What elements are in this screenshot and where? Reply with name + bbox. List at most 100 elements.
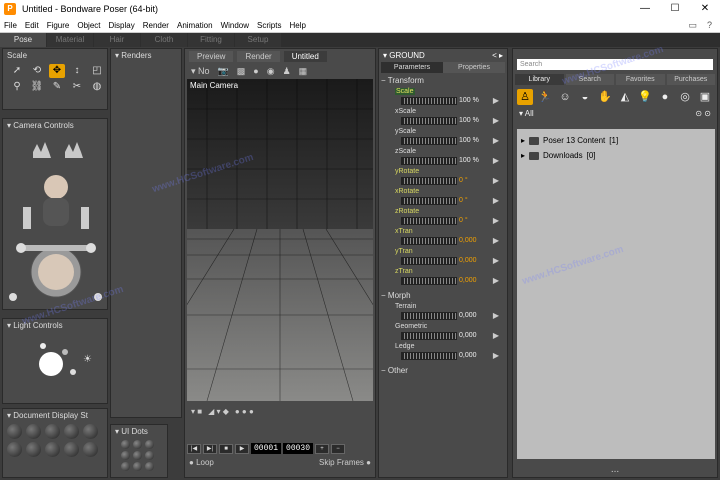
parameter-menu-arrow-icon[interactable]: ▶ bbox=[493, 196, 499, 205]
display-style-ball[interactable] bbox=[45, 442, 60, 457]
tab-untitled[interactable]: Untitled bbox=[283, 51, 327, 62]
play-button[interactable]: ▶ bbox=[235, 443, 249, 454]
parameter-menu-arrow-icon[interactable]: ▶ bbox=[493, 236, 499, 245]
twist-icon[interactable]: ⚲ bbox=[9, 80, 25, 94]
chain-break-icon[interactable]: ⛓ bbox=[29, 80, 45, 94]
parameter-menu-arrow-icon[interactable]: ▶ bbox=[493, 351, 499, 360]
cameras-category-icon[interactable]: ● bbox=[657, 89, 673, 105]
parameter-menu-arrow-icon[interactable]: ▶ bbox=[493, 156, 499, 165]
parameter-dial[interactable] bbox=[401, 177, 457, 185]
ui-dot[interactable] bbox=[121, 462, 130, 471]
camera-controls-widget[interactable] bbox=[3, 132, 107, 308]
library-options-icon[interactable]: ⊙ ⊙ bbox=[695, 109, 711, 118]
rotate-icon[interactable]: ⟲ bbox=[29, 64, 45, 78]
display-style-ball[interactable] bbox=[64, 424, 79, 439]
parameter-menu-arrow-icon[interactable]: ▶ bbox=[493, 136, 499, 145]
parameter-group-header[interactable]: − Other bbox=[379, 363, 507, 378]
stop-button[interactable]: ■ bbox=[219, 443, 233, 454]
ui-dot[interactable] bbox=[121, 440, 130, 449]
hands-category-icon[interactable]: ✋ bbox=[597, 89, 613, 105]
ui-dot[interactable] bbox=[133, 462, 142, 471]
add-keyframe-button[interactable]: + bbox=[315, 443, 330, 454]
help-icon[interactable]: ? bbox=[707, 20, 712, 31]
parameter-dial[interactable] bbox=[401, 157, 457, 165]
display-style-ball[interactable] bbox=[26, 424, 41, 439]
ui-dot[interactable] bbox=[121, 451, 130, 460]
maximize-button[interactable]: ☐ bbox=[660, 0, 690, 18]
parameter-group-header[interactable]: − Transform bbox=[379, 73, 507, 88]
poses-category-icon[interactable]: 🏃 bbox=[537, 89, 553, 105]
texture-icon[interactable]: ◉ bbox=[267, 66, 275, 77]
parameter-row[interactable]: zRotate 0 ° ▶ bbox=[379, 208, 507, 228]
parameter-value[interactable]: 0,000 bbox=[459, 332, 477, 339]
parameter-dial[interactable] bbox=[401, 332, 457, 340]
tab-search[interactable]: Search bbox=[565, 74, 614, 85]
skip-frames-toggle[interactable]: Skip Frames ● bbox=[319, 458, 371, 467]
scale-icon[interactable]: ✥ bbox=[49, 64, 65, 78]
parameter-value[interactable]: 100 % bbox=[459, 137, 479, 144]
parameter-value[interactable]: 0,000 bbox=[459, 352, 477, 359]
wire-icon[interactable]: ▩ bbox=[237, 66, 246, 77]
minimize-button[interactable]: — bbox=[630, 0, 660, 18]
figure-icon[interactable]: ♟ bbox=[283, 66, 291, 77]
parameter-row[interactable]: yTran 0,000 ▶ bbox=[379, 248, 507, 268]
tab-favorites[interactable]: Favorites bbox=[616, 74, 665, 85]
last-frame-button[interactable]: ▶| bbox=[203, 443, 217, 454]
display-style-icon[interactable]: ◢ ▾ ◆ bbox=[208, 407, 229, 416]
parameter-value[interactable]: 0,000 bbox=[459, 277, 477, 284]
display-style-ball[interactable] bbox=[45, 424, 60, 439]
parameter-menu-arrow-icon[interactable]: ▶ bbox=[493, 176, 499, 185]
scenes-category-icon[interactable]: ▣ bbox=[697, 89, 713, 105]
light-controls-widget[interactable]: ☀ bbox=[3, 332, 107, 392]
3d-viewport[interactable]: Main Camera bbox=[187, 79, 373, 401]
translate-icon[interactable]: ↕ bbox=[69, 64, 85, 78]
parameter-value[interactable]: 0,000 bbox=[459, 237, 477, 244]
close-button[interactable]: ✕ bbox=[690, 0, 720, 18]
grouping-icon[interactable]: ✂ bbox=[69, 80, 85, 94]
menu-edit[interactable]: Edit bbox=[21, 21, 43, 30]
camera-icon[interactable]: 📷 bbox=[218, 66, 229, 77]
parameter-row[interactable]: xScale 100 % ▶ bbox=[379, 108, 507, 128]
ui-dot[interactable] bbox=[133, 451, 142, 460]
first-frame-button[interactable]: |◀ bbox=[187, 443, 201, 454]
menu-object[interactable]: Object bbox=[73, 21, 104, 30]
tab-cloth[interactable]: Cloth bbox=[141, 33, 187, 47]
remove-keyframe-button[interactable]: − bbox=[331, 443, 346, 454]
menu-window[interactable]: Window bbox=[217, 21, 253, 30]
parameter-group-header[interactable]: − Morph bbox=[379, 288, 507, 303]
parameter-row[interactable]: yScale 100 % ▶ bbox=[379, 128, 507, 148]
parameter-value[interactable]: 0 ° bbox=[459, 177, 468, 184]
parameter-row[interactable]: xRotate 0 ° ▶ bbox=[379, 188, 507, 208]
tab-render[interactable]: Render bbox=[237, 51, 280, 62]
menu-scripts[interactable]: Scripts bbox=[253, 21, 285, 30]
parameter-row[interactable]: xTran 0,000 ▶ bbox=[379, 228, 507, 248]
tab-library[interactable]: Library bbox=[515, 74, 564, 85]
total-frames-field[interactable]: 00030 bbox=[283, 443, 314, 454]
library-filter-select[interactable]: ▾ All bbox=[519, 109, 534, 118]
library-item[interactable]: ▸ Downloads [0] bbox=[521, 148, 711, 163]
parameter-dial[interactable] bbox=[401, 117, 457, 125]
display-style-ball[interactable] bbox=[26, 442, 41, 457]
parameter-value[interactable]: 0 ° bbox=[459, 197, 468, 204]
parameter-dial[interactable] bbox=[401, 217, 457, 225]
parameter-menu-arrow-icon[interactable]: ▶ bbox=[493, 116, 499, 125]
hair-category-icon[interactable]: ◒ bbox=[577, 89, 593, 105]
display-style-ball[interactable] bbox=[7, 442, 22, 457]
expressions-category-icon[interactable]: ☺ bbox=[557, 89, 573, 105]
menu-display[interactable]: Display bbox=[105, 21, 139, 30]
display-style-ball[interactable] bbox=[83, 424, 98, 439]
prev-object-icon[interactable]: < ▸ bbox=[492, 51, 503, 60]
parameter-menu-arrow-icon[interactable]: ▶ bbox=[493, 256, 499, 265]
menu-render[interactable]: Render bbox=[139, 21, 173, 30]
parameter-menu-arrow-icon[interactable]: ▶ bbox=[493, 331, 499, 340]
menu-figure[interactable]: Figure bbox=[43, 21, 74, 30]
figures-category-icon[interactable]: ♙ bbox=[517, 89, 533, 105]
viewport-menu[interactable]: ▾ No bbox=[191, 66, 210, 77]
parameter-dial[interactable] bbox=[401, 197, 457, 205]
parameter-row[interactable]: yRotate 0 ° ▶ bbox=[379, 168, 507, 188]
menu-file[interactable]: File bbox=[0, 21, 21, 30]
menu-animation[interactable]: Animation bbox=[173, 21, 217, 30]
parameter-dial[interactable] bbox=[401, 352, 457, 360]
parameter-row[interactable]: zTran 0,000 ▶ bbox=[379, 268, 507, 288]
loop-toggle[interactable]: ● Loop bbox=[189, 458, 214, 467]
